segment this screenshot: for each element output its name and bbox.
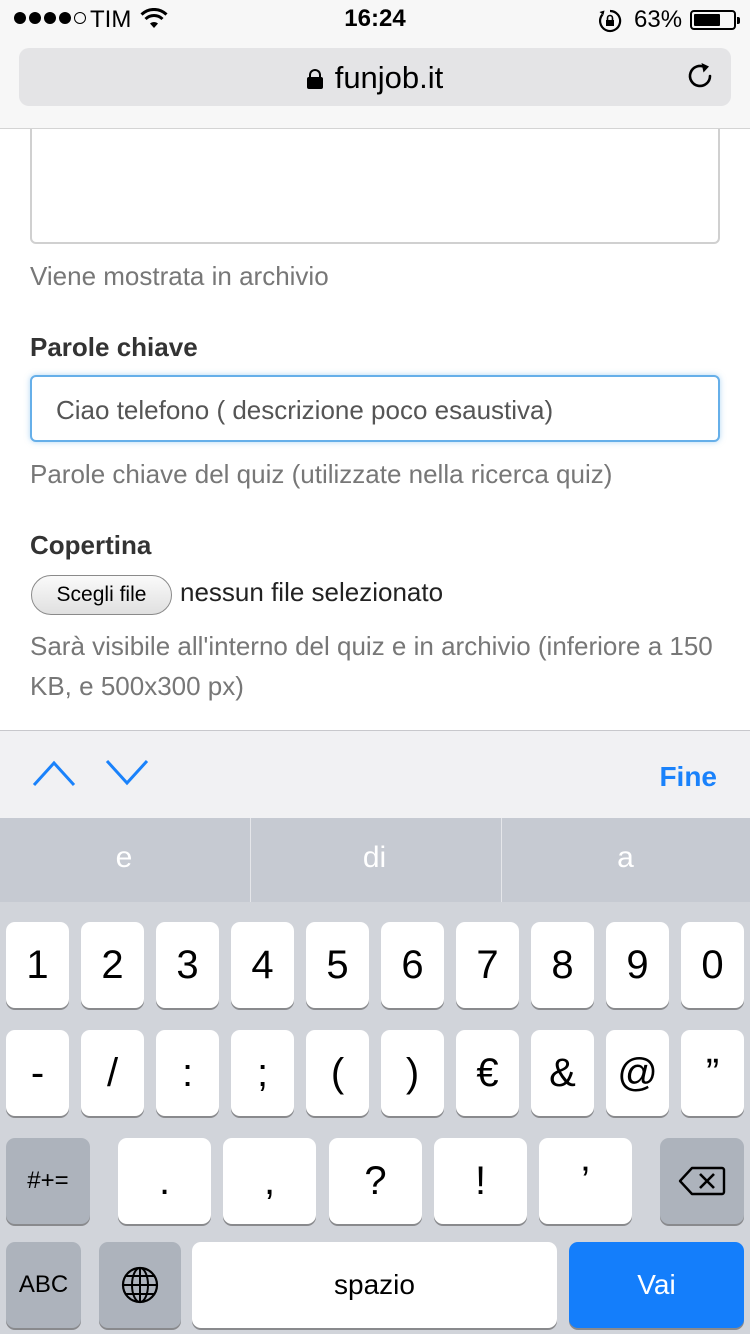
url-text: funjob.it	[334, 60, 444, 95]
key-9[interactable]: 9	[606, 922, 669, 1008]
key-slash[interactable]: /	[81, 1030, 144, 1116]
battery-percent: 63%	[634, 6, 683, 33]
battery-icon	[690, 10, 740, 30]
browser-top-bar: TIM 16:24 63% funjob.it	[0, 0, 750, 129]
reload-icon[interactable]	[685, 61, 715, 91]
backspace-icon	[678, 1166, 726, 1196]
key-ampersand[interactable]: &	[531, 1030, 594, 1116]
key-colon[interactable]: :	[156, 1030, 219, 1116]
predictive-bar: e di a	[0, 818, 750, 902]
key-more-symbols[interactable]: #+=	[6, 1138, 90, 1224]
secure-lock-icon	[306, 69, 323, 89]
key-question[interactable]: ?	[329, 1138, 422, 1224]
page-content: Viene mostrata in archivio Parole chiave…	[0, 129, 750, 730]
keywords-help-text: Parole chiave del quiz (utilizzate nella…	[30, 459, 613, 489]
key-comma[interactable]: ,	[223, 1138, 316, 1224]
key-2[interactable]: 2	[81, 922, 144, 1008]
key-hyphen[interactable]: -	[6, 1030, 69, 1116]
choose-file-button[interactable]: Scegli file	[31, 575, 172, 615]
keywords-label: Parole chiave	[30, 332, 198, 362]
key-open-paren[interactable]: (	[306, 1030, 369, 1116]
file-status-text: nessun file selezionato	[180, 577, 444, 607]
key-0[interactable]: 0	[681, 922, 744, 1008]
next-field-chevron-down-icon[interactable]	[105, 757, 149, 789]
key-6[interactable]: 6	[381, 922, 444, 1008]
key-abc[interactable]: ABC	[6, 1242, 81, 1328]
address-bar[interactable]: funjob.it	[19, 48, 731, 106]
done-button[interactable]: Fine	[659, 761, 717, 793]
keywords-input[interactable]: Ciao telefono ( descrizione poco esausti…	[30, 375, 720, 442]
description-textarea[interactable]	[30, 129, 720, 244]
key-euro[interactable]: €	[456, 1030, 519, 1116]
key-at[interactable]: @	[606, 1030, 669, 1116]
key-1[interactable]: 1	[6, 922, 69, 1008]
key-3[interactable]: 3	[156, 922, 219, 1008]
globe-icon	[121, 1266, 159, 1304]
suggestion-item[interactable]: e	[0, 818, 248, 902]
cover-help-text: Sarà visibile all'interno del quiz e in …	[30, 631, 713, 701]
key-exclamation[interactable]: !	[434, 1138, 527, 1224]
cover-label: Copertina	[30, 530, 152, 560]
previous-field-chevron-up-icon[interactable]	[32, 757, 76, 789]
key-apostrophe[interactable]: ’	[539, 1138, 632, 1224]
key-5[interactable]: 5	[306, 922, 369, 1008]
key-4[interactable]: 4	[231, 922, 294, 1008]
rotation-lock-icon	[599, 9, 622, 33]
suggestion-item[interactable]: di	[250, 818, 498, 902]
key-semicolon[interactable]: ;	[231, 1030, 294, 1116]
status-bar: TIM 16:24 63%	[0, 0, 750, 40]
form-assistant-bar: Fine	[0, 730, 750, 818]
suggestion-item[interactable]: a	[501, 818, 749, 902]
key-8[interactable]: 8	[531, 922, 594, 1008]
key-7[interactable]: 7	[456, 922, 519, 1008]
globe-key[interactable]	[99, 1242, 181, 1328]
backspace-key[interactable]	[660, 1138, 744, 1224]
space-key[interactable]: spazio	[192, 1242, 557, 1328]
key-period[interactable]: .	[118, 1138, 211, 1224]
keyboard: e di a 1 2 3 4 5 6 7 8 9 0 - / : ; ( ) €…	[0, 818, 750, 1334]
go-button[interactable]: Vai	[569, 1242, 744, 1328]
key-close-paren[interactable]: )	[381, 1030, 444, 1116]
description-help-text: Viene mostrata in archivio	[30, 261, 329, 291]
key-quote[interactable]: ”	[681, 1030, 744, 1116]
